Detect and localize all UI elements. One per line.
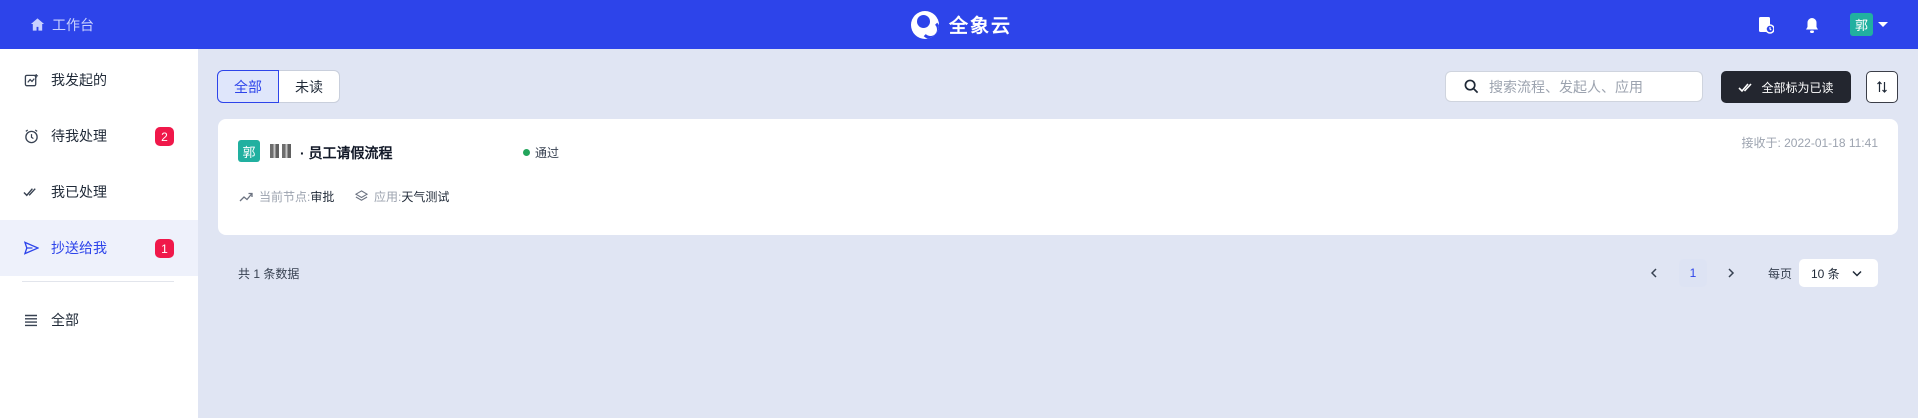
brand-name: 全象云: [949, 16, 1013, 37]
tab-unread[interactable]: 未读: [279, 70, 340, 103]
sidebar-item-all[interactable]: 全部: [0, 292, 198, 348]
cc-count-badge: 1: [155, 239, 174, 258]
search-input[interactable]: [1489, 78, 1689, 95]
initiated-icon: [23, 72, 39, 88]
app-info: 应用: 天气测试: [355, 188, 449, 205]
page-size-value: 10 条: [1811, 266, 1840, 281]
search-box: [1445, 71, 1703, 102]
sidebar-item-label: 我发起的: [51, 72, 107, 88]
mark-all-read-label: 全部标为已读: [1761, 80, 1834, 95]
double-check-icon: [1738, 82, 1753, 92]
chevron-right-icon: [1728, 268, 1735, 278]
sidebar-item-label: 我已处理: [51, 184, 107, 200]
sidebar-item-cc[interactable]: 抄送给我 1: [0, 220, 198, 276]
initiator-avatar: 郭: [238, 140, 260, 162]
sidebar-item-label: 待我处理: [51, 128, 107, 144]
sidebar-item-handled[interactable]: 我已处理: [0, 164, 198, 220]
workspace-label: 工作台: [52, 16, 94, 33]
per-page-label: 每页: [1768, 267, 1793, 281]
home-icon: [30, 18, 45, 31]
sidebar-item-initiated[interactable]: 我发起的: [0, 52, 198, 108]
list-item[interactable]: 郭 · 员工请假流程 通过 接收于: 2022-01-18 11:41 当前节点…: [218, 119, 1898, 235]
layers-icon: [355, 190, 368, 201]
clock-icon: [23, 128, 39, 144]
list-icon: [23, 312, 39, 328]
sort-arrows-icon: [1877, 81, 1887, 93]
sidebar-item-label: 全部: [51, 312, 79, 328]
app-value: 天气测试: [401, 190, 450, 204]
current-node-label: 当前节点:: [259, 190, 311, 204]
search-icon: [1464, 79, 1479, 94]
chevron-down-icon[interactable]: [1878, 22, 1888, 27]
sidebar-item-label: 抄送给我: [51, 240, 107, 256]
next-page-button[interactable]: [1717, 259, 1745, 287]
sidebar: 我发起的 待我处理 2 我已处理 抄送给我 1 全部: [0, 49, 198, 418]
top-bar: 工作台 全象云 郭: [0, 0, 1918, 49]
sidebar-divider: [22, 281, 174, 282]
status-dot-icon: [523, 149, 530, 156]
workspace-link[interactable]: 工作台: [30, 0, 94, 49]
received-time: 接收于: 2022-01-18 11:41: [1741, 136, 1878, 150]
total-count: 共 1 条数据: [238, 267, 300, 281]
pending-count-badge: 2: [155, 127, 174, 146]
filter-tabs: 全部 未读: [217, 70, 340, 103]
send-icon: [23, 240, 39, 256]
document-clock-icon[interactable]: [1756, 15, 1776, 35]
sort-button[interactable]: [1866, 71, 1898, 103]
brand: 全象云: [911, 0, 1012, 49]
status-label: 通过: [535, 146, 560, 160]
brand-logo-icon: [911, 10, 939, 39]
tab-all[interactable]: 全部: [217, 70, 279, 103]
page-number-button[interactable]: 1: [1679, 259, 1707, 287]
double-check-icon: [23, 184, 39, 200]
chevron-left-icon: [1650, 268, 1657, 278]
redacted-name: [270, 144, 296, 158]
chevron-down-icon: [1852, 270, 1862, 277]
bell-icon[interactable]: [1802, 15, 1822, 35]
sidebar-item-pending[interactable]: 待我处理 2: [0, 108, 198, 164]
process-title: · 员工请假流程: [300, 145, 393, 161]
app-label: 应用:: [374, 190, 402, 204]
current-node-value: 审批: [310, 190, 335, 204]
trend-icon: [239, 192, 253, 201]
mark-all-read-button[interactable]: 全部标为已读: [1721, 71, 1851, 103]
current-node: 当前节点: 审批: [239, 188, 334, 205]
prev-page-button[interactable]: [1640, 259, 1668, 287]
user-avatar[interactable]: 郭: [1850, 13, 1873, 36]
page-size-select[interactable]: 10 条: [1799, 259, 1878, 287]
status-badge: 通过: [523, 144, 559, 161]
